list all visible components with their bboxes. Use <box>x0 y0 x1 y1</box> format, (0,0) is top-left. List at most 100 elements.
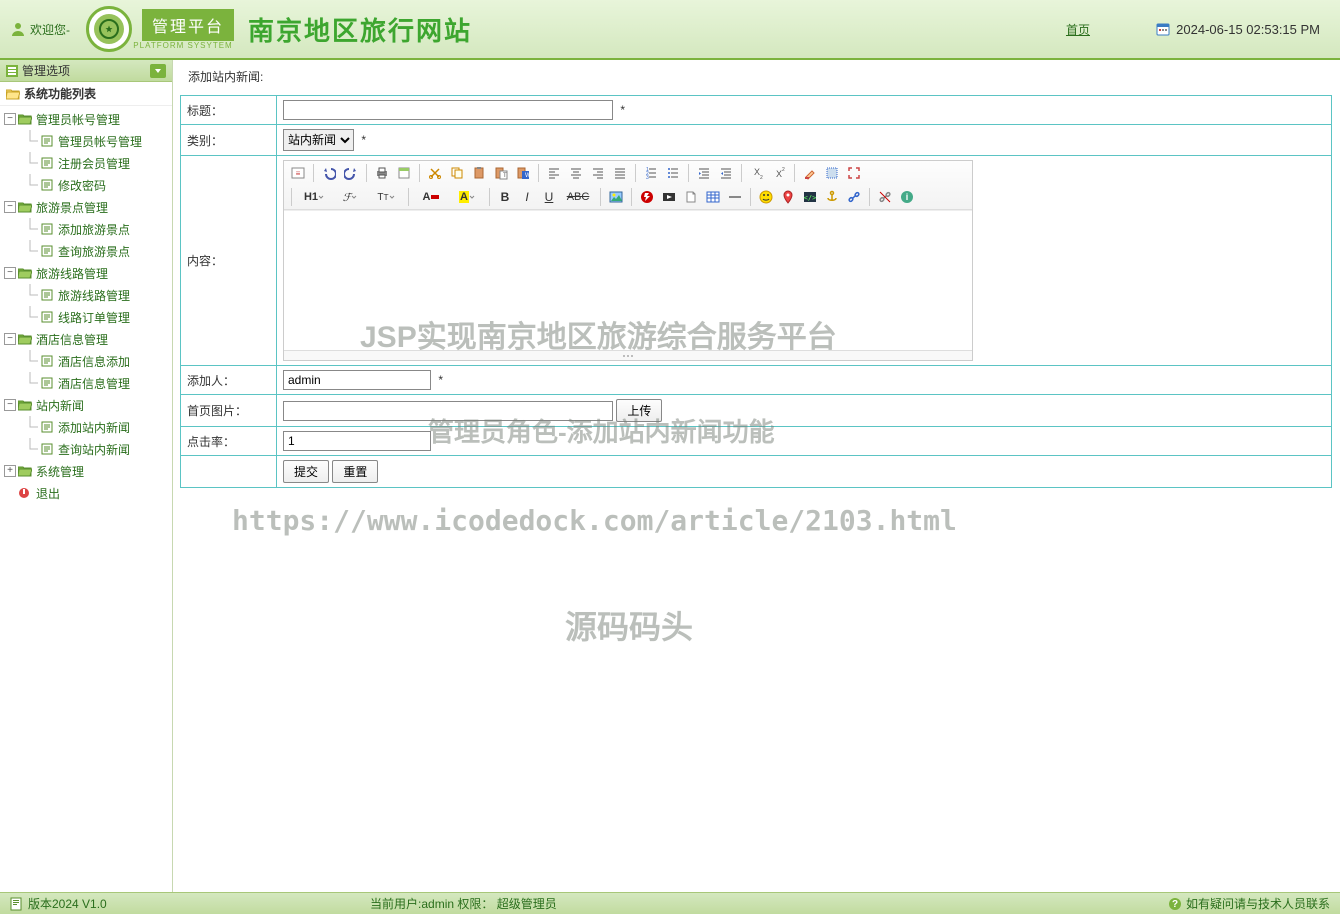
subscript-icon[interactable]: X2 <box>747 163 767 183</box>
align-left-icon[interactable] <box>544 163 564 183</box>
bold-icon[interactable]: B <box>495 187 515 207</box>
nav-item[interactable]: 线路订单管理 <box>0 306 172 328</box>
font-size-icon[interactable]: TT <box>369 187 403 207</box>
tree-toggle-icon[interactable]: + <box>4 465 16 477</box>
upload-button[interactable]: 上传 <box>616 399 662 422</box>
nav-tree: −管理员帐号管理管理员帐号管理注册会员管理修改密码 − 旅游景点管理添加旅游景点查询… <box>0 106 172 506</box>
outdent-icon[interactable] <box>716 163 736 183</box>
code-icon[interactable]: </> <box>800 187 820 207</box>
superscript-icon[interactable]: X2 <box>769 163 789 183</box>
label-actions <box>181 456 277 488</box>
media-icon[interactable] <box>659 187 679 207</box>
category-select[interactable]: 站内新闻 <box>283 129 354 151</box>
title-input[interactable] <box>283 100 613 120</box>
nav-item[interactable]: 查询旅游景点 <box>0 240 172 262</box>
folder-icon <box>18 113 32 125</box>
nav-group[interactable]: +系统管理 <box>0 460 172 482</box>
nav-group[interactable]: − 旅游景点管理 <box>0 196 172 218</box>
page-icon <box>40 288 54 302</box>
folder-icon <box>18 267 32 279</box>
align-justify-icon[interactable] <box>610 163 630 183</box>
tree-line-icon <box>26 174 40 196</box>
fullscreen-icon[interactable] <box>844 163 864 183</box>
submit-button[interactable]: 提交 <box>283 460 329 483</box>
paste-icon[interactable] <box>469 163 489 183</box>
reset-button[interactable]: 重置 <box>332 460 378 483</box>
page-icon <box>40 420 54 434</box>
nav-group[interactable]: −管理员帐号管理 <box>0 108 172 130</box>
strike-icon[interactable]: ABC <box>561 187 595 207</box>
highlight-icon[interactable]: A <box>450 187 484 207</box>
copy-icon[interactable] <box>447 163 467 183</box>
nav-group[interactable]: −酒店信息管理 <box>0 328 172 350</box>
link-icon[interactable] <box>844 187 864 207</box>
label-content: 内容： <box>181 156 277 366</box>
nav-item[interactable]: 查询站内新闻 <box>0 438 172 460</box>
nav-item[interactable]: 注册会员管理 <box>0 152 172 174</box>
author-input[interactable] <box>283 370 431 390</box>
align-right-icon[interactable] <box>588 163 608 183</box>
template-icon[interactable] <box>394 163 414 183</box>
unlink-icon[interactable] <box>875 187 895 207</box>
logo-badge <box>86 6 132 52</box>
about-icon[interactable]: i <box>897 187 917 207</box>
flash-icon[interactable] <box>637 187 657 207</box>
anchor-icon[interactable] <box>822 187 842 207</box>
tree-toggle-icon[interactable]: − <box>4 201 16 213</box>
emoji-icon[interactable] <box>756 187 776 207</box>
nav-item[interactable]: 旅游线路管理 <box>0 284 172 306</box>
hits-input[interactable] <box>283 431 431 451</box>
redo-icon[interactable] <box>341 163 361 183</box>
source-icon[interactable]: ≡ <box>288 163 308 183</box>
toolbar-separator <box>408 188 409 206</box>
nav-item[interactable]: 添加站内新闻 <box>0 416 172 438</box>
sidebar: 管理选项 系统功能列表 −管理员帐号管理管理员帐号管理注册会员管理修改密码−旅游… <box>0 60 173 892</box>
file-icon[interactable] <box>681 187 701 207</box>
editor-body[interactable] <box>284 210 972 350</box>
page-icon <box>40 156 54 170</box>
home-link[interactable]: 首页 <box>1066 21 1090 38</box>
doc-icon <box>10 897 22 911</box>
nav-item[interactable]: 酒店信息管理 <box>0 372 172 394</box>
nav-group[interactable]: −旅游线路管理 <box>0 262 172 284</box>
ol-icon[interactable]: 123 <box>641 163 661 183</box>
ul-icon[interactable] <box>663 163 683 183</box>
main-content: 添加站内新闻: 标题： * 类别： 站内新闻 * 内容： ≡TW123X2X2H… <box>174 60 1338 892</box>
nav-item[interactable]: 酒店信息添加 <box>0 350 172 372</box>
font-family-icon[interactable]: ℱ <box>333 187 367 207</box>
undo-icon[interactable] <box>319 163 339 183</box>
underline-icon[interactable]: U <box>539 187 559 207</box>
clear-format-icon[interactable] <box>800 163 820 183</box>
nav-group-label: 旅游景点管理 <box>36 199 108 216</box>
indent-icon[interactable] <box>694 163 714 183</box>
align-center-icon[interactable] <box>566 163 586 183</box>
tree-toggle-icon[interactable]: − <box>4 113 16 125</box>
print-icon[interactable] <box>372 163 392 183</box>
tree-toggle-icon[interactable]: − <box>4 267 16 279</box>
heading-icon[interactable]: H1 <box>297 187 331 207</box>
nav-item[interactable]: 修改密码 <box>0 174 172 196</box>
table-icon[interactable] <box>703 187 723 207</box>
tree-toggle-icon[interactable]: − <box>4 333 16 345</box>
paste-text-icon[interactable]: T <box>491 163 511 183</box>
nav-item[interactable]: 添加旅游景点 <box>0 218 172 240</box>
text-color-icon[interactable]: A <box>414 187 448 207</box>
select-all-icon[interactable] <box>822 163 842 183</box>
italic-icon[interactable]: I <box>517 187 537 207</box>
nav-exit[interactable]: 退出 <box>0 482 172 504</box>
footer-help[interactable]: ? 如有疑问请与技术人员联系 <box>1168 895 1330 912</box>
image-icon[interactable] <box>606 187 626 207</box>
sidebar-collapse-button[interactable] <box>150 64 166 78</box>
label-author: 添加人： <box>181 366 277 395</box>
hr-icon[interactable] <box>725 187 745 207</box>
nav-item[interactable]: 管理员帐号管理 <box>0 130 172 152</box>
image-path-input[interactable] <box>283 401 613 421</box>
toolbar-separator <box>794 164 795 182</box>
editor-resize-handle[interactable] <box>284 350 972 360</box>
paste-word-icon[interactable]: W <box>513 163 533 183</box>
cut-icon[interactable] <box>425 163 445 183</box>
map-icon[interactable] <box>778 187 798 207</box>
tree-toggle-icon[interactable]: − <box>4 399 16 411</box>
page-title: 添加站内新闻: <box>180 68 1332 85</box>
nav-group[interactable]: −站内新闻 <box>0 394 172 416</box>
